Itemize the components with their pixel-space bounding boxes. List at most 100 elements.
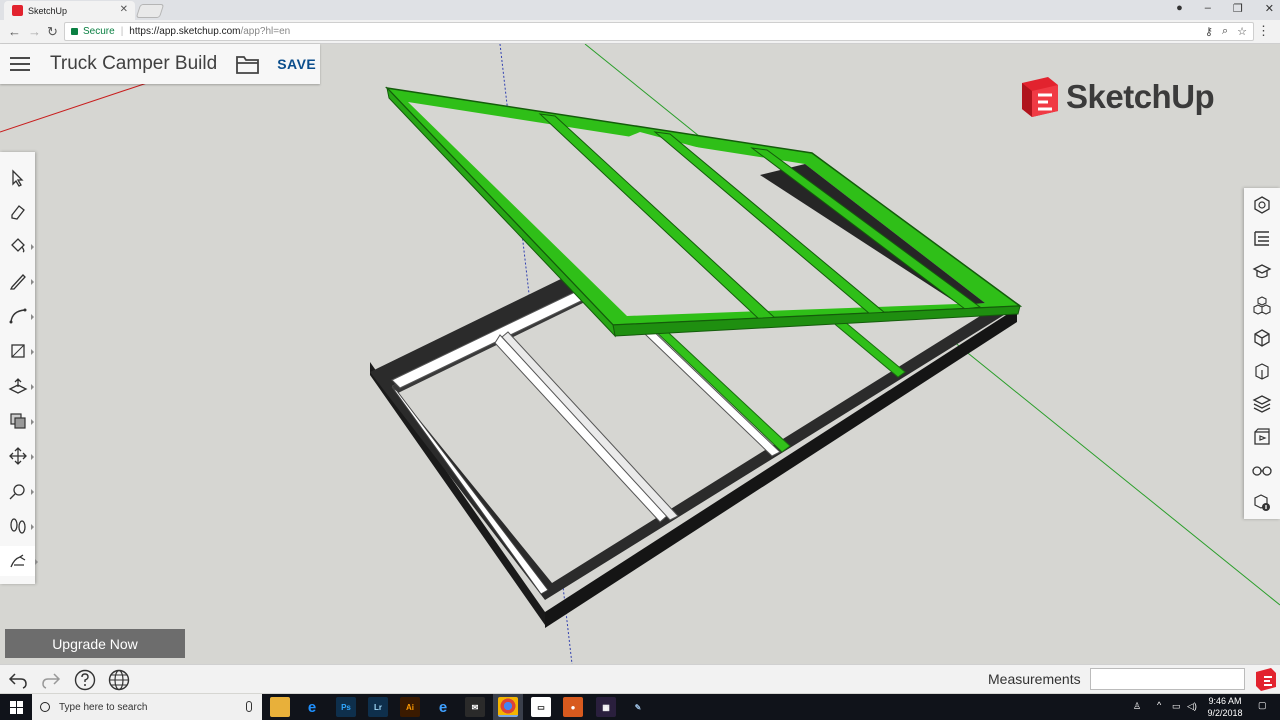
show-hidden-icons-icon[interactable]: ^	[1157, 700, 1161, 710]
action-center-icon[interactable]: ▢	[1258, 700, 1267, 711]
media-library-icon[interactable]: ▦	[596, 697, 616, 717]
rectangle-tool-button[interactable]	[5, 336, 34, 366]
layers-icon	[1252, 395, 1272, 413]
rectangle-icon	[11, 344, 25, 358]
browser-tab-bar: SketchUp ✕ ● – ❐ ✕	[0, 0, 1280, 20]
network-icon[interactable]: ▭	[1172, 701, 1181, 712]
undo-button[interactable]	[6, 668, 30, 692]
offset-tool-button[interactable]	[5, 406, 34, 436]
window-controls: ● – ❐ ✕	[1176, 2, 1274, 15]
entity-info-button[interactable]	[1251, 194, 1273, 216]
key-icon[interactable]: ⚷	[1205, 25, 1213, 38]
outliner-button[interactable]	[1251, 228, 1273, 250]
volume-icon[interactable]: ◁)	[1187, 701, 1197, 712]
paint-app-icon[interactable]: ✎	[628, 697, 648, 717]
materials-button[interactable]	[1251, 327, 1273, 349]
mail-icon[interactable]: ✉	[465, 697, 485, 717]
model-info-button[interactable]	[1251, 492, 1273, 514]
arc-icon	[9, 308, 27, 324]
scenes-icon	[1255, 363, 1269, 380]
bookmark-star-icon[interactable]: ☆	[1237, 25, 1247, 38]
tape-measure-icon	[9, 484, 25, 500]
media-app-icon[interactable]: ●	[563, 697, 583, 717]
arc-tool-button[interactable]	[5, 301, 34, 331]
animation-button[interactable]	[1251, 426, 1273, 448]
save-button[interactable]: SAVE	[277, 56, 316, 72]
push-pull-icon	[8, 378, 28, 394]
secure-label: Secure	[83, 26, 115, 37]
people-icon[interactable]: ♙	[1133, 701, 1141, 712]
taskbar-search-box[interactable]: Type here to search	[32, 694, 262, 720]
model-viewport[interactable]	[0, 44, 1280, 664]
move-icon	[9, 447, 27, 465]
illustrator-icon[interactable]: Ai	[400, 697, 420, 717]
taskbar-clock[interactable]: 9:46 AM 9/2/2018	[1200, 695, 1250, 719]
taskbar-search-placeholder: Type here to search	[59, 701, 148, 713]
upgrade-now-button[interactable]: Upgrade Now	[5, 629, 185, 658]
tape-measure-tool-button[interactable]	[5, 476, 34, 506]
layers-button[interactable]	[1251, 393, 1273, 415]
display-button[interactable]	[1251, 459, 1273, 481]
redo-button[interactable]	[39, 668, 63, 692]
forward-icon[interactable]: →	[28, 24, 41, 39]
lightroom-icon[interactable]: Lr	[368, 697, 388, 717]
red-axis	[0, 81, 151, 133]
open-folder-icon[interactable]	[235, 53, 261, 75]
scenes-button[interactable]	[1251, 360, 1273, 382]
sketchup-status-icon	[1256, 668, 1276, 691]
sketchup-logo: SketchUp	[1018, 75, 1215, 119]
animation-icon	[1254, 428, 1270, 445]
redo-icon	[42, 673, 61, 689]
profile-icon[interactable]: ●	[1176, 2, 1183, 15]
close-window-icon[interactable]: ✕	[1265, 2, 1274, 15]
internet-explorer-icon[interactable]: e	[433, 697, 453, 717]
reload-icon[interactable]: ↻	[47, 24, 58, 40]
url-separator: |	[120, 26, 124, 37]
clock-date: 9/2/2018	[1207, 708, 1243, 718]
entity-info-icon	[1254, 196, 1270, 214]
language-button[interactable]	[107, 668, 131, 692]
chrome-icon[interactable]	[498, 697, 518, 717]
offset-icon	[10, 413, 26, 429]
globe-icon	[108, 669, 130, 691]
sketchup-logo-icon	[1022, 77, 1058, 117]
back-icon[interactable]: ←	[8, 24, 21, 39]
browser-menu-icon[interactable]: ⋮	[1257, 23, 1270, 39]
push-pull-tool-button[interactable]	[5, 371, 34, 401]
orbit-tool-button[interactable]	[0, 546, 38, 576]
menu-icon[interactable]	[10, 57, 30, 71]
walk-tool-button[interactable]	[5, 511, 34, 541]
zoom-icon[interactable]: ⌕	[1222, 25, 1228, 38]
paint-tool-button[interactable]	[5, 231, 34, 261]
notepad-icon[interactable]: ▭	[531, 697, 551, 717]
file-explorer-icon[interactable]	[270, 697, 290, 717]
close-tab-icon[interactable]: ✕	[120, 4, 128, 15]
microphone-icon[interactable]	[246, 701, 252, 712]
undo-icon	[8, 673, 27, 689]
minimize-icon[interactable]: –	[1205, 2, 1211, 15]
components-button[interactable]	[1251, 294, 1273, 316]
line-tool-button[interactable]	[5, 266, 34, 296]
new-tab-button[interactable]	[135, 4, 165, 18]
help-button[interactable]	[73, 668, 97, 692]
sketchup-favicon-icon	[12, 5, 23, 16]
app-header: Truck Camper Build SAVE	[0, 44, 320, 84]
address-bar[interactable]: Secure | https://app.sketchup.com /app?h…	[64, 22, 1254, 41]
logo-wordmark: SketchUp	[1066, 78, 1215, 115]
restore-icon[interactable]: ❐	[1233, 2, 1243, 15]
browser-tab[interactable]: SketchUp ✕	[4, 1, 135, 20]
eraser-tool-button[interactable]	[5, 197, 31, 227]
measurements-input[interactable]	[1090, 668, 1245, 690]
start-button[interactable]	[0, 694, 32, 720]
top-frame	[384, 86, 1023, 338]
document-title[interactable]: Truck Camper Build	[50, 53, 217, 75]
status-bar: Measurements	[0, 664, 1280, 693]
footprints-icon	[10, 518, 26, 534]
instructor-icon	[1252, 264, 1272, 279]
photoshop-icon[interactable]: Ps	[336, 697, 356, 717]
instructor-button[interactable]	[1251, 261, 1273, 283]
select-tool-button[interactable]	[5, 163, 31, 193]
paint-bucket-icon	[11, 238, 25, 253]
move-tool-button[interactable]	[5, 441, 34, 471]
edge-icon[interactable]: e	[302, 697, 322, 717]
